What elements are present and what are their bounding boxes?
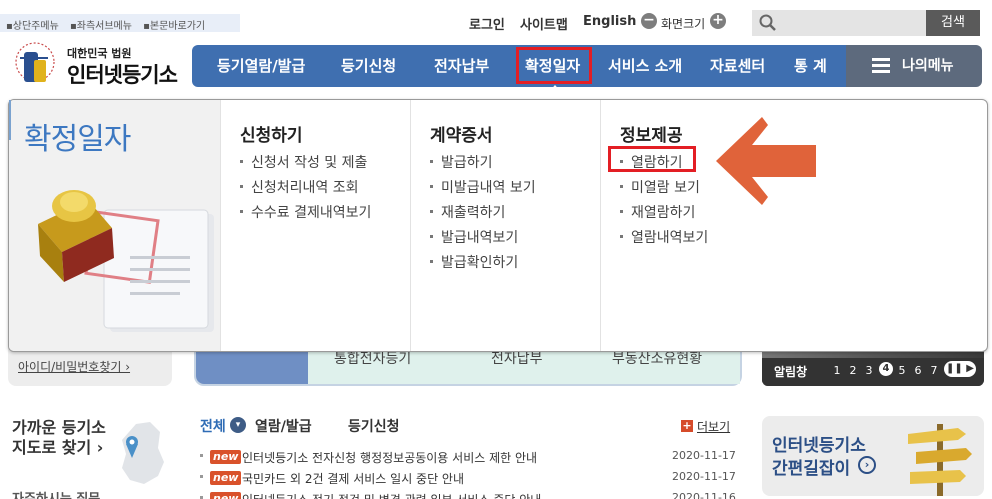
plus-icon: + — [681, 419, 693, 432]
news-row-date: 2020-11-16 — [672, 491, 736, 499]
search-button[interactable]: 검색 — [926, 10, 980, 36]
alert-title: 알림창 — [774, 365, 808, 379]
zoom-in-button[interactable]: + — [710, 13, 726, 29]
news-tab-view-issue[interactable]: 열람/발급 — [255, 416, 312, 436]
alert-page-1[interactable]: 1 — [831, 364, 843, 377]
highlight-box — [608, 146, 696, 172]
alert-page-7[interactable]: 7 — [928, 364, 940, 377]
login-link[interactable]: 로그인 — [469, 14, 505, 33]
bullet-icon — [200, 454, 203, 457]
menu-item-unissued-list[interactable]: 미발급내역 보기 — [430, 177, 536, 197]
nav-item-data-center[interactable]: 자료센터 — [710, 45, 765, 87]
column-head-apply[interactable]: 신청하기 — [240, 121, 303, 146]
alert-pause-play-button[interactable]: ❚❚ ▶ — [944, 361, 976, 377]
alert-page-4-active[interactable]: 4 — [879, 362, 893, 376]
guide-title: 인터넷등기소 — [772, 436, 866, 456]
menu-item-process-history[interactable]: 신청처리내역 조회 — [240, 177, 359, 197]
news-row[interactable]: new 국민카드 외 2건 결제 서비스 일시 중단 안내 2020-11-17 — [200, 470, 740, 490]
english-link[interactable]: English — [583, 14, 636, 29]
search-icon — [759, 14, 776, 31]
column-divider — [600, 100, 601, 351]
alert-page-5[interactable]: 5 — [896, 364, 908, 377]
skip-link-left-menu[interactable]: ▪좌측서브메뉴 — [70, 21, 136, 32]
nav-active-highlight — [516, 47, 592, 84]
nav-item-registry-view[interactable]: 등기열람/발급 — [217, 45, 305, 87]
nav-item-statistics[interactable]: 통 계 — [794, 45, 827, 87]
nav-item-e-payment[interactable]: 전자납부 — [434, 45, 489, 87]
skip-links: ▪상단주메뉴 ▪좌측서브메뉴 ▪본문바로가기 — [0, 14, 240, 32]
menu-item-unviewed[interactable]: 미열람 보기 — [620, 177, 700, 197]
news-row-title[interactable]: 인터넷등기소 정기 점검 및 변경 관련 일부 서비스 중단 안내 — [242, 491, 541, 499]
new-badge: new — [210, 471, 242, 485]
menu-item-issue-verify[interactable]: 발급확인하기 — [430, 252, 518, 272]
sitemap-link[interactable]: 사이트맵 — [520, 14, 568, 33]
stamp-document-icon — [38, 190, 214, 332]
news-tab-registry-apply[interactable]: 등기신청 — [348, 416, 400, 436]
news-row-title[interactable]: 국민카드 외 2건 결제 서비스 일시 중단 안내 — [242, 470, 464, 487]
bullet-icon — [200, 475, 203, 478]
skip-link-content[interactable]: ▪본문바로가기 — [143, 21, 209, 32]
alert-page-6[interactable]: 6 — [912, 364, 924, 377]
guide-subtitle: 간편길잡이 — [772, 459, 851, 479]
logo-title: 인터넷등기소 — [67, 63, 178, 87]
dropdown-pointer — [548, 85, 562, 93]
alert-page-3[interactable]: 3 — [863, 364, 875, 377]
news-row[interactable]: new 인터넷등기소 전자신청 행정정보공동이용 서비스 제한 안내 2020-… — [200, 449, 740, 469]
column-divider — [410, 100, 411, 351]
my-menu-button[interactable]: 나의메뉴 — [846, 45, 982, 87]
my-menu-label: 나의메뉴 — [902, 58, 954, 74]
nav-item-service-intro[interactable]: 서비스 소개 — [608, 45, 682, 87]
arrow-left-icon — [716, 117, 816, 205]
alert-page-2[interactable]: 2 — [847, 364, 859, 377]
news-row[interactable]: new 인터넷등기소 정기 점검 및 변경 관련 일부 서비스 중단 안내 20… — [200, 491, 740, 499]
faq-link[interactable]: 자주하시는 질문 — [12, 488, 100, 499]
menu-item-review[interactable]: 재열람하기 — [620, 202, 695, 222]
dropdown-title: 확정일자 — [24, 122, 131, 157]
arrow-right-icon: › — [858, 456, 876, 474]
news-row-date: 2020-11-17 — [672, 449, 736, 462]
new-badge: new — [210, 450, 242, 464]
menu-item-issue[interactable]: 발급하기 — [430, 152, 493, 172]
nav-item-registry-apply[interactable]: 등기신청 — [341, 45, 396, 87]
news-more-link[interactable]: 더보기 — [697, 418, 730, 435]
search-input[interactable] — [752, 10, 926, 36]
screen-size-label: 화면크기 — [661, 17, 706, 31]
news-row-title[interactable]: 인터넷등기소 전자신청 행정정보공동이용 서비스 제한 안내 — [242, 449, 537, 466]
news-tab-all[interactable]: 전체 — [200, 416, 226, 436]
hamburger-icon — [872, 58, 890, 74]
skip-link-top-menu[interactable]: ▪상단주메뉴 — [6, 21, 63, 32]
nearby-registry-subtitle[interactable]: 지도로 찾기 › — [12, 434, 103, 458]
find-id-password-link[interactable]: 아이디/비밀번호찾기 › — [18, 358, 130, 375]
new-badge: new — [210, 492, 242, 499]
column-divider — [220, 100, 221, 351]
zoom-out-button[interactable]: − — [641, 13, 657, 29]
menu-item-issue-history[interactable]: 발급내역보기 — [430, 227, 518, 247]
menu-item-write-submit[interactable]: 신청서 작성 및 제출 — [240, 152, 367, 172]
column-head-contract[interactable]: 계약증서 — [430, 121, 493, 146]
signpost-icon — [908, 424, 972, 496]
chevron-down-icon: ▾ — [230, 417, 246, 433]
menu-item-view-history[interactable]: 열람내역보기 — [620, 227, 708, 247]
column-head-info[interactable]: 정보제공 — [620, 121, 683, 146]
news-row-date: 2020-11-17 — [672, 470, 736, 483]
court-emblem-icon — [15, 42, 55, 82]
menu-item-reprint[interactable]: 재출력하기 — [430, 202, 505, 222]
dropdown-left-accent — [9, 100, 11, 140]
korea-map-icon — [122, 422, 164, 484]
menu-item-fee-payment-history[interactable]: 수수료 결제내역보기 — [240, 202, 371, 222]
